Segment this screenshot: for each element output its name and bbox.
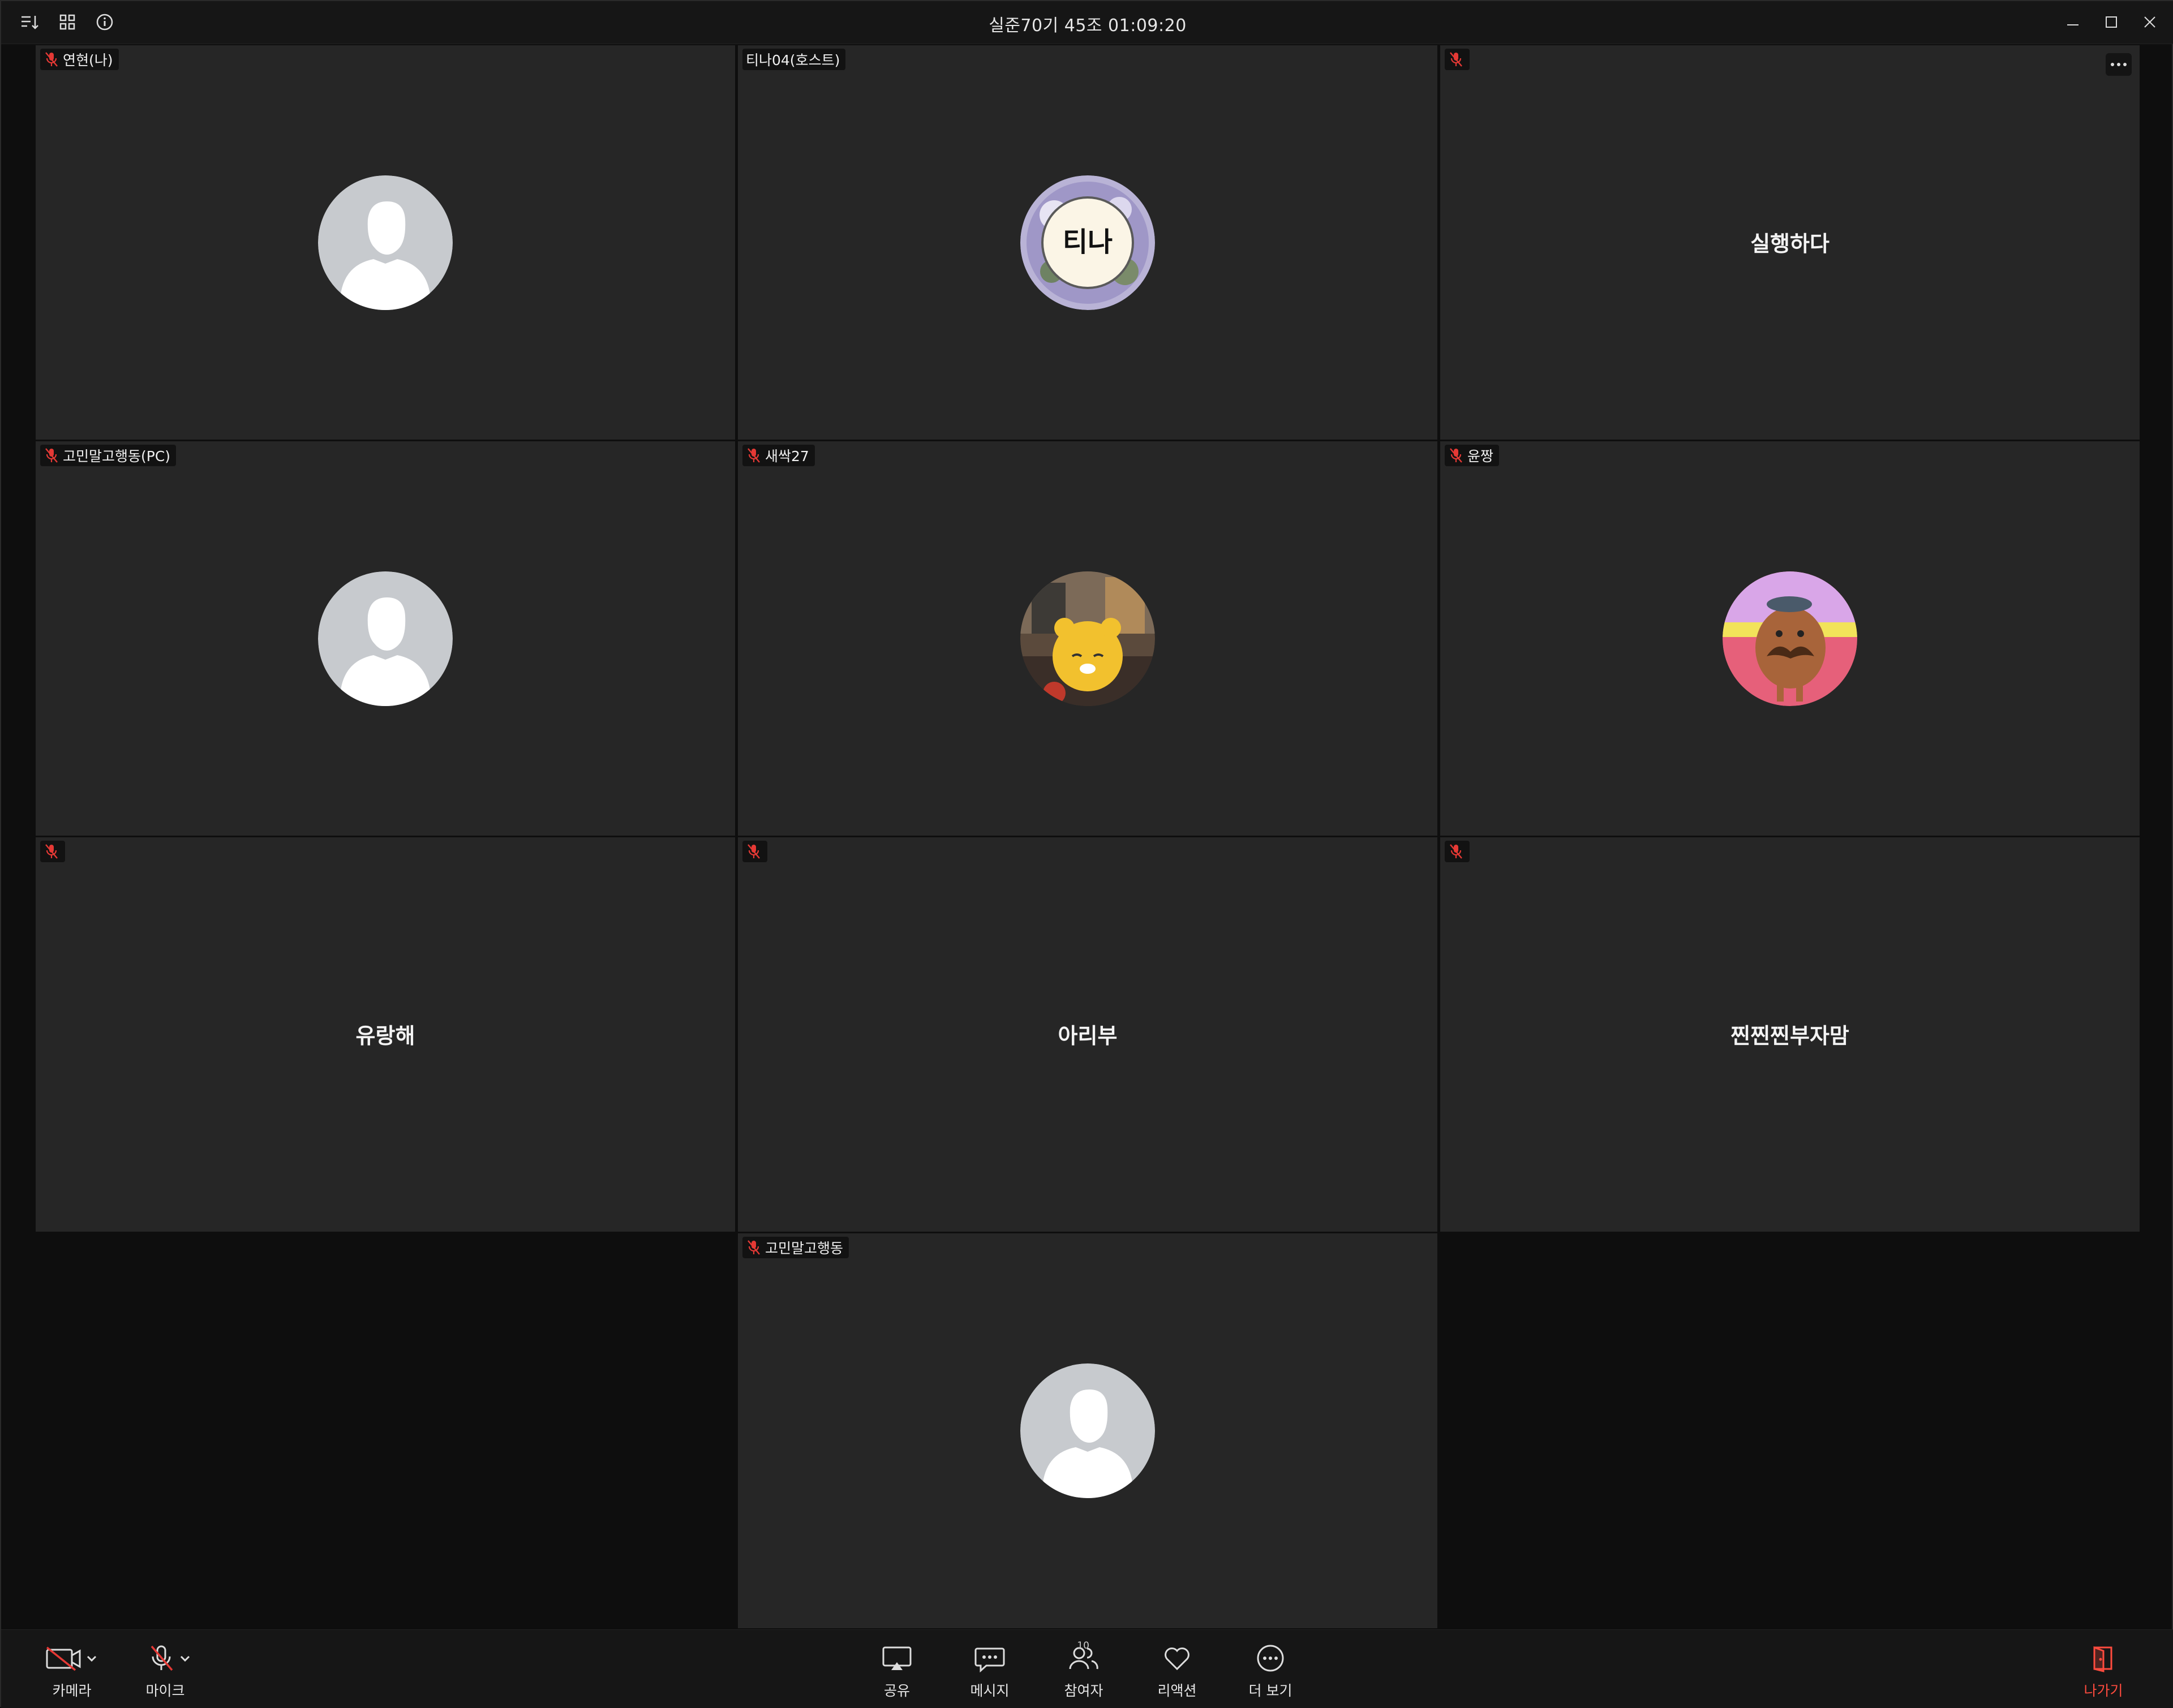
leave-button[interactable]: 나가기 <box>2061 1641 2146 1703</box>
meeting-window: 실준70기 45조 01:09:20 연현(나) 티나04(호스트) 티나 실행… <box>0 0 2173 1708</box>
chat-bubble-icon <box>974 1647 1005 1672</box>
participant-name-label: 연현(나) <box>63 52 113 68</box>
meeting-title: 실준70기 45조 01:09:20 <box>989 16 1187 36</box>
participant-label <box>1445 841 1470 862</box>
control-bar: 카메라 마이크 공유 메시지 10 참여자 리액션 더 보기 나가기 <box>1 1629 2173 1708</box>
mic-off-icon <box>746 843 762 860</box>
participant-name-label: 새싹27 <box>765 448 809 464</box>
camera-button[interactable]: 카메라 <box>29 1641 114 1703</box>
mustache-character-avatar <box>1723 571 1857 706</box>
participants-label: 참여자 <box>1064 1683 1103 1699</box>
participant-tile[interactable]: 유랑해 <box>36 837 735 1232</box>
mic-off-icon <box>44 51 59 68</box>
participant-name-label: 고민말고행동 <box>765 1240 844 1257</box>
message-button[interactable]: 메시지 <box>947 1641 1032 1703</box>
mic-off-icon <box>151 1645 190 1671</box>
default-avatar <box>318 175 453 310</box>
participant-tile[interactable]: 윤짱 <box>1440 441 2140 836</box>
default-avatar <box>318 571 453 706</box>
camera-label: 카메라 <box>52 1683 92 1699</box>
message-label: 메시지 <box>970 1683 1010 1699</box>
participant-label: 윤짱 <box>1445 445 1500 466</box>
minimize-icon[interactable] <box>2060 9 2086 35</box>
share-button[interactable]: 공유 <box>854 1641 939 1703</box>
participant-tile[interactable]: 실행하다 <box>1440 45 2140 440</box>
participant-label <box>40 841 65 862</box>
more-button[interactable]: 더 보기 <box>1228 1641 1313 1703</box>
photo-avatar <box>1020 571 1155 706</box>
participant-tile[interactable]: 고민말고행동(PC) <box>36 441 735 836</box>
mic-label: 마이크 <box>145 1683 185 1699</box>
maximize-icon[interactable] <box>2098 9 2124 35</box>
participant-display-name: 실행하다 <box>1750 231 1830 256</box>
mic-off-icon <box>746 447 762 464</box>
more-label: 더 보기 <box>1248 1683 1292 1699</box>
reaction-button[interactable]: 리액션 <box>1135 1641 1219 1703</box>
leave-label: 나가기 <box>2084 1683 2123 1699</box>
participant-label: 새싹27 <box>742 445 815 466</box>
participant-name-label: 윤짱 <box>1467 448 1494 464</box>
participants-count-badge: 10 <box>1077 1640 1089 1651</box>
mic-button[interactable]: 마이크 <box>123 1641 208 1703</box>
more-options-icon <box>1257 1645 1284 1672</box>
participant-label <box>742 841 767 862</box>
participant-display-name: 찐찐찐부자맘 <box>1730 1023 1849 1048</box>
participants-button[interactable]: 10 참여자 <box>1041 1640 1126 1703</box>
tile-more-options-button[interactable] <box>2106 53 2132 76</box>
mic-off-icon <box>44 843 59 860</box>
mic-off-icon <box>1448 447 1464 464</box>
mic-off-icon <box>1448 843 1464 860</box>
mic-off-icon <box>746 1239 762 1256</box>
participant-label <box>1445 49 1470 70</box>
heart-icon <box>1165 1647 1189 1671</box>
participant-name-label: 고민말고행동(PC) <box>63 448 171 464</box>
mic-off-icon <box>1448 51 1464 68</box>
share-label: 공유 <box>883 1683 910 1699</box>
default-avatar <box>1020 1363 1155 1498</box>
tina-avatar-text: 티나 <box>1063 226 1113 258</box>
participant-label: 티나04(호스트) <box>742 49 846 70</box>
participant-tile[interactable]: 새싹27 <box>738 441 1437 836</box>
reaction-label: 리액션 <box>1157 1683 1197 1699</box>
exit-door-icon <box>2093 1646 2112 1672</box>
participant-display-name: 아리부 <box>1058 1023 1118 1048</box>
participant-label: 고민말고행동(PC) <box>40 445 177 466</box>
participant-label: 연현(나) <box>40 49 119 70</box>
participant-label: 고민말고행동 <box>742 1237 849 1258</box>
participant-name-label: 티나04(호스트) <box>746 52 840 68</box>
close-icon[interactable] <box>2137 9 2163 35</box>
participant-tile[interactable]: 고민말고행동 <box>738 1233 1437 1628</box>
participant-display-name: 유랑해 <box>355 1023 415 1048</box>
participant-tile[interactable]: 연현(나) <box>36 45 735 440</box>
camera-off-icon <box>46 1646 97 1671</box>
participant-tile[interactable]: 아리부 <box>738 837 1437 1232</box>
participant-tile[interactable]: 티나04(호스트) 티나 <box>738 45 1437 440</box>
share-screen-icon <box>882 1646 912 1670</box>
title-bar: 실준70기 45조 01:09:20 <box>1 1 2173 44</box>
window-controls <box>2060 9 2163 35</box>
participant-tile[interactable]: 찐찐찐부자맘 <box>1440 837 2140 1232</box>
mic-off-icon <box>44 447 59 464</box>
tina-avatar: 티나 <box>1020 175 1155 310</box>
